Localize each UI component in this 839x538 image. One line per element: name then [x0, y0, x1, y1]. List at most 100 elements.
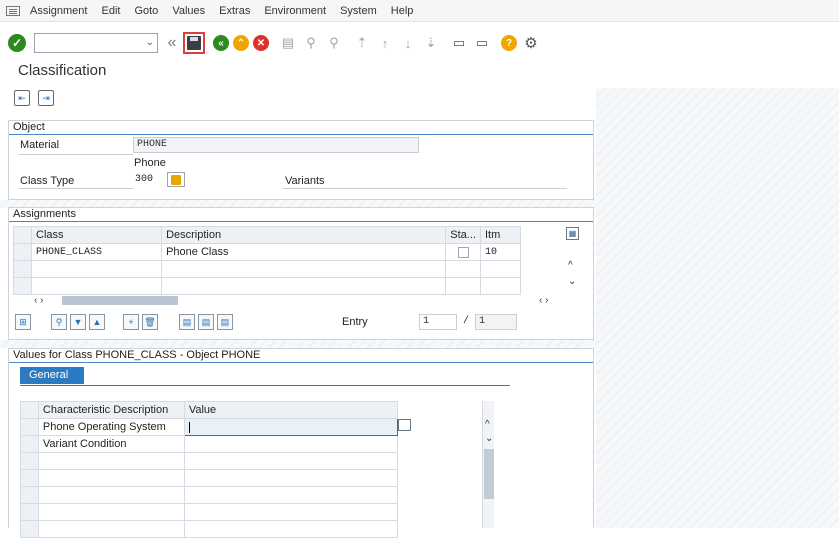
tab-general[interactable]: General: [20, 367, 84, 384]
find-icon[interactable]: ⚲: [302, 34, 320, 52]
column-header-value[interactable]: Value: [183, 401, 399, 419]
delete-row-icon[interactable]: 🗑: [142, 314, 158, 330]
description-cell[interactable]: [161, 277, 447, 295]
row-selector[interactable]: [13, 243, 32, 261]
column-header-status[interactable]: Sta...: [445, 226, 481, 244]
menu-goto[interactable]: Goto: [134, 5, 158, 17]
status-cell[interactable]: [445, 277, 481, 295]
description-cell[interactable]: Phone Class: [161, 243, 447, 261]
item-cell[interactable]: [479, 260, 522, 278]
cancel-icon[interactable]: ✕: [253, 35, 269, 51]
deselect-all-icon[interactable]: ▤: [198, 314, 214, 330]
scroll-up-icon[interactable]: ^: [568, 260, 573, 271]
entry-field[interactable]: 1: [419, 314, 457, 330]
scroll-left-right-icon[interactable]: ‹ ›: [34, 295, 43, 306]
value-help-icon[interactable]: [398, 419, 411, 431]
item-cell[interactable]: [479, 277, 522, 295]
settings-gear-icon[interactable]: ⚙: [522, 34, 540, 52]
select-block-icon[interactable]: ▤: [217, 314, 233, 330]
previous-page-icon[interactable]: ↑: [376, 34, 394, 52]
menu-assignment[interactable]: Assignment: [30, 5, 87, 17]
table-row[interactable]: [20, 469, 399, 487]
column-header-class[interactable]: Class: [30, 226, 163, 244]
previous-object-icon[interactable]: ⇤: [14, 90, 30, 106]
back-icon[interactable]: «: [213, 35, 229, 51]
menu-edit[interactable]: Edit: [101, 5, 120, 17]
table-settings-icon[interactable]: ▦: [566, 227, 579, 240]
exit-icon[interactable]: ⌃: [233, 35, 249, 51]
value-input[interactable]: [183, 452, 399, 470]
scroll-down-icon[interactable]: ⌄: [485, 433, 493, 444]
menu-help[interactable]: Help: [391, 5, 414, 17]
save-button[interactable]: [183, 32, 205, 54]
row-selector[interactable]: [13, 277, 32, 295]
last-page-icon[interactable]: ⇣: [422, 34, 440, 52]
next-object-icon[interactable]: ⇥: [38, 90, 54, 106]
scroll-up-icon[interactable]: ^: [485, 419, 490, 430]
scroll-thumb[interactable]: [484, 449, 494, 499]
row-selector[interactable]: [20, 452, 39, 470]
table-row[interactable]: [20, 486, 399, 504]
menu-environment[interactable]: Environment: [264, 5, 326, 17]
table-row[interactable]: Phone Operating System: [20, 418, 399, 436]
horizontal-scrollbar[interactable]: [62, 296, 178, 305]
value-input[interactable]: [183, 486, 399, 504]
row-selector[interactable]: [20, 486, 39, 504]
row-selector[interactable]: [20, 435, 39, 453]
status-cell[interactable]: [445, 260, 481, 278]
select-all-icon[interactable]: ▤: [179, 314, 195, 330]
value-input[interactable]: [183, 503, 399, 521]
material-field[interactable]: PHONE: [133, 137, 419, 153]
table-row[interactable]: Variant Condition: [20, 435, 399, 453]
scroll-left-right-icon[interactable]: ‹ ›: [539, 295, 548, 306]
menu-system[interactable]: System: [340, 5, 377, 17]
vertical-scrollbar[interactable]: ^ ⌄: [482, 401, 494, 528]
search-icon[interactable]: ⚲: [51, 314, 67, 330]
menu-values[interactable]: Values: [172, 5, 205, 17]
item-cell[interactable]: 10: [479, 243, 522, 261]
print-icon[interactable]: ▤: [279, 34, 297, 52]
column-header-description[interactable]: Description: [161, 226, 447, 244]
shortcut-icon[interactable]: ▭: [473, 34, 491, 52]
row-selector-header[interactable]: [20, 401, 39, 419]
find-next-icon[interactable]: ⚲: [325, 34, 343, 52]
value-input[interactable]: [183, 418, 399, 436]
collapse-icon[interactable]: «: [163, 34, 181, 52]
sort-ascending-icon[interactable]: ▲: [89, 314, 105, 330]
value-input[interactable]: [183, 435, 399, 453]
row-selector[interactable]: [13, 260, 32, 278]
row-selector[interactable]: [20, 469, 39, 487]
enter-icon[interactable]: ✓: [8, 34, 26, 52]
table-row[interactable]: [20, 452, 399, 470]
row-selector-header[interactable]: [13, 226, 32, 244]
column-header-characteristic[interactable]: Characteristic Description: [37, 401, 185, 419]
class-cell[interactable]: PHONE_CLASS: [30, 243, 163, 261]
row-selector[interactable]: [20, 503, 39, 521]
value-input[interactable]: [183, 520, 399, 538]
status-checkbox[interactable]: [457, 246, 469, 258]
table-row[interactable]: [13, 277, 522, 295]
value-input[interactable]: [183, 469, 399, 487]
scroll-down-icon[interactable]: ⌄: [568, 276, 576, 287]
next-page-icon[interactable]: ↓: [399, 34, 417, 52]
status-cell[interactable]: [445, 243, 481, 261]
class-type-lookup-button[interactable]: [167, 172, 185, 187]
table-row[interactable]: [20, 503, 399, 521]
create-session-icon[interactable]: ▭: [450, 34, 468, 52]
details-icon[interactable]: ⊞: [15, 314, 31, 330]
row-selector[interactable]: [20, 418, 39, 436]
row-selector[interactable]: [20, 520, 39, 538]
column-header-item[interactable]: Itm: [479, 226, 522, 244]
description-cell[interactable]: [161, 260, 447, 278]
command-field[interactable]: ⌄: [34, 33, 158, 53]
sort-descending-icon[interactable]: ▼: [70, 314, 86, 330]
table-row[interactable]: [13, 260, 522, 278]
table-row[interactable]: PHONE_CLASS Phone Class 10: [13, 243, 522, 261]
table-row[interactable]: [20, 520, 399, 538]
chevron-down-icon[interactable]: ⌄: [146, 37, 154, 48]
first-page-icon[interactable]: ⇡: [353, 34, 371, 52]
system-menu-icon[interactable]: [6, 5, 20, 16]
class-cell[interactable]: [30, 277, 163, 295]
help-icon[interactable]: ?: [501, 35, 517, 51]
insert-row-icon[interactable]: +: [123, 314, 139, 330]
